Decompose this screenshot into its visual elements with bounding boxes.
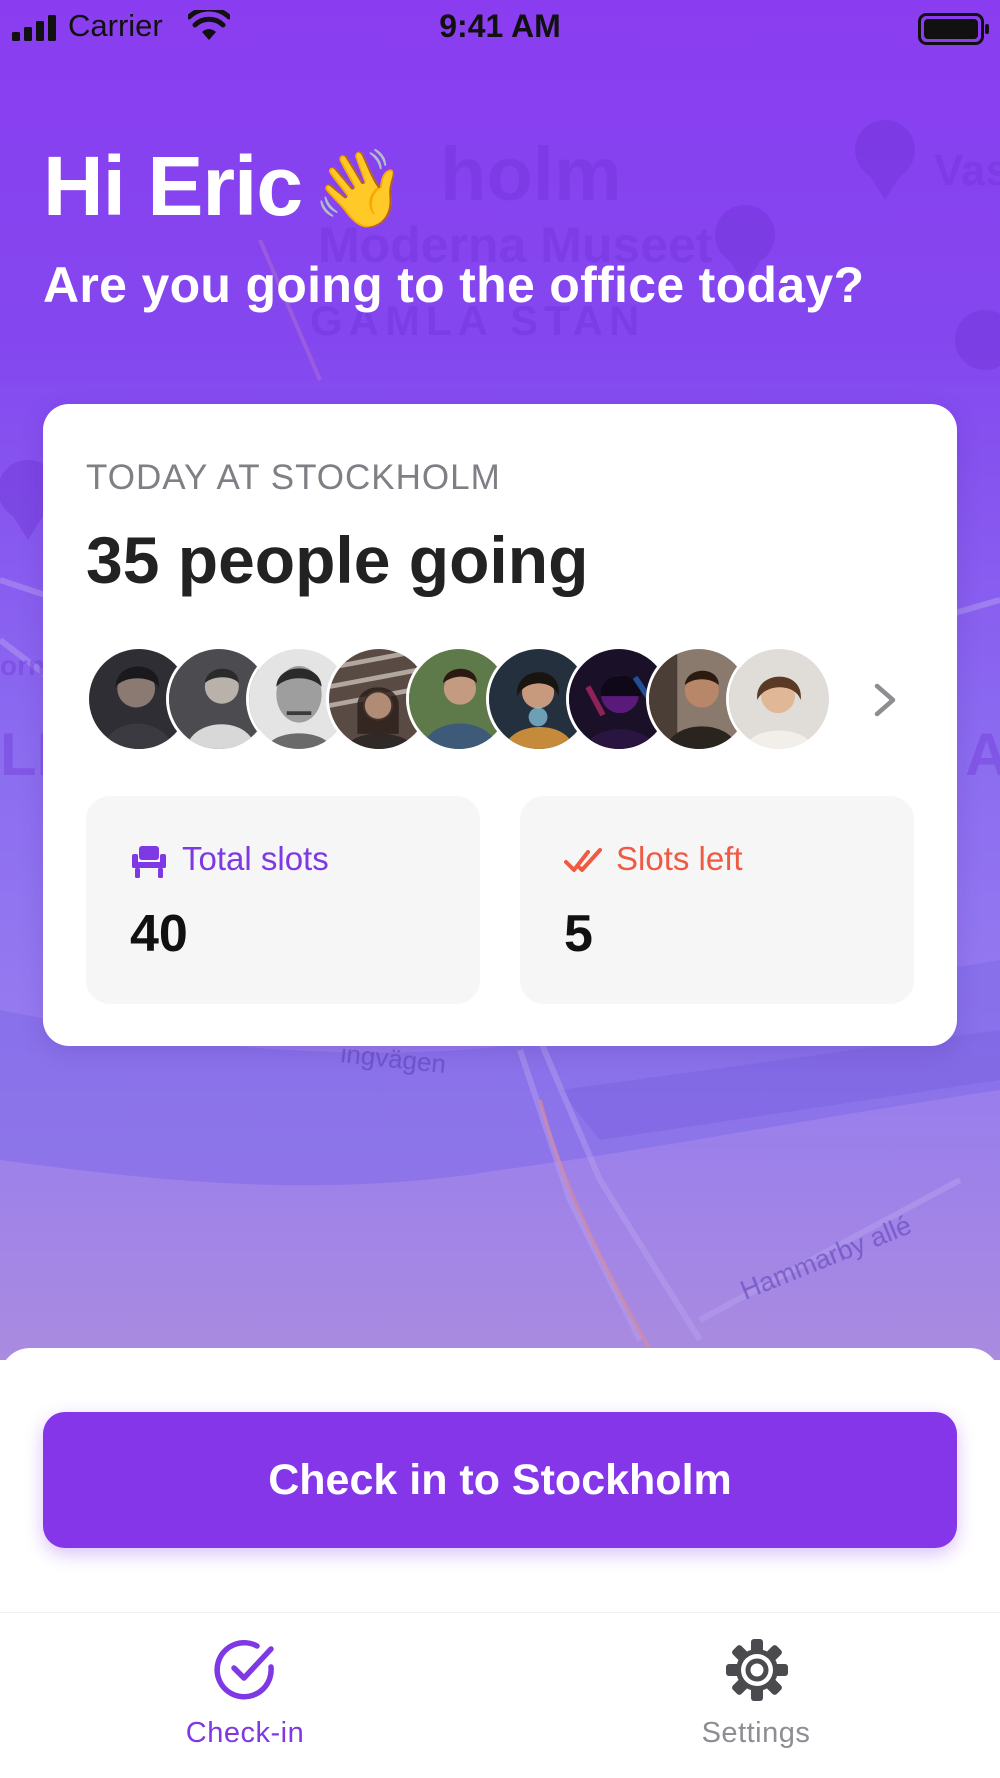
slots-left-value: 5: [564, 905, 593, 963]
tab-check-in[interactable]: Check-in: [135, 1613, 355, 1778]
office-question: Are you going to the office today?: [43, 257, 865, 313]
clock: 9:41 AM: [439, 8, 561, 44]
waving-hand-icon: 👋: [312, 147, 407, 232]
office-summary-card: TODAY AT STOCKHOLM 35 people going Total…: [43, 404, 957, 1046]
avatar: [726, 646, 832, 752]
people-going-count: 35 people going: [86, 523, 589, 597]
map-label-holm: holm: [440, 132, 622, 217]
tab-settings-label: Settings: [701, 1717, 811, 1749]
total-slots-value: 40: [130, 905, 188, 963]
gear-icon: [726, 1639, 788, 1701]
tab-settings[interactable]: Settings: [646, 1613, 866, 1778]
map-label-vas: Vas: [934, 146, 1000, 195]
total-slots-tile: Total slots 40: [86, 796, 480, 1004]
check-circle-icon: [214, 1640, 274, 1700]
double-check-icon: [564, 848, 602, 872]
card-overline: TODAY AT STOCKHOLM: [86, 458, 501, 497]
app-screen: holm Moderna Museet GAMLA STAN Vas orns …: [0, 0, 1000, 1778]
map-label-a: A: [965, 721, 1000, 788]
greeting-text: Hi Eric: [43, 139, 303, 233]
status-bar: Carrier 9:41 AM: [0, 0, 1000, 58]
battery-icon: [918, 13, 989, 45]
check-in-button[interactable]: Check in to Stockholm: [43, 1412, 957, 1548]
tab-bar: Check-in Settings: [0, 1612, 1000, 1778]
chair-icon: [132, 846, 166, 878]
greeting-heading: Hi Eric 👋: [43, 138, 407, 235]
slots-left-tile: Slots left 5: [520, 796, 914, 1004]
total-slots-label: Total slots: [182, 840, 329, 877]
tab-check-in-label: Check-in: [185, 1717, 305, 1749]
map-header: holm Moderna Museet GAMLA STAN Vas orns …: [0, 0, 1000, 1360]
map-label-hammarby: Hammarby allé: [736, 1210, 916, 1306]
chevron-right-icon[interactable]: [865, 678, 905, 722]
attendee-avatars[interactable]: [86, 646, 846, 754]
slots-left-label: Slots left: [616, 840, 743, 877]
